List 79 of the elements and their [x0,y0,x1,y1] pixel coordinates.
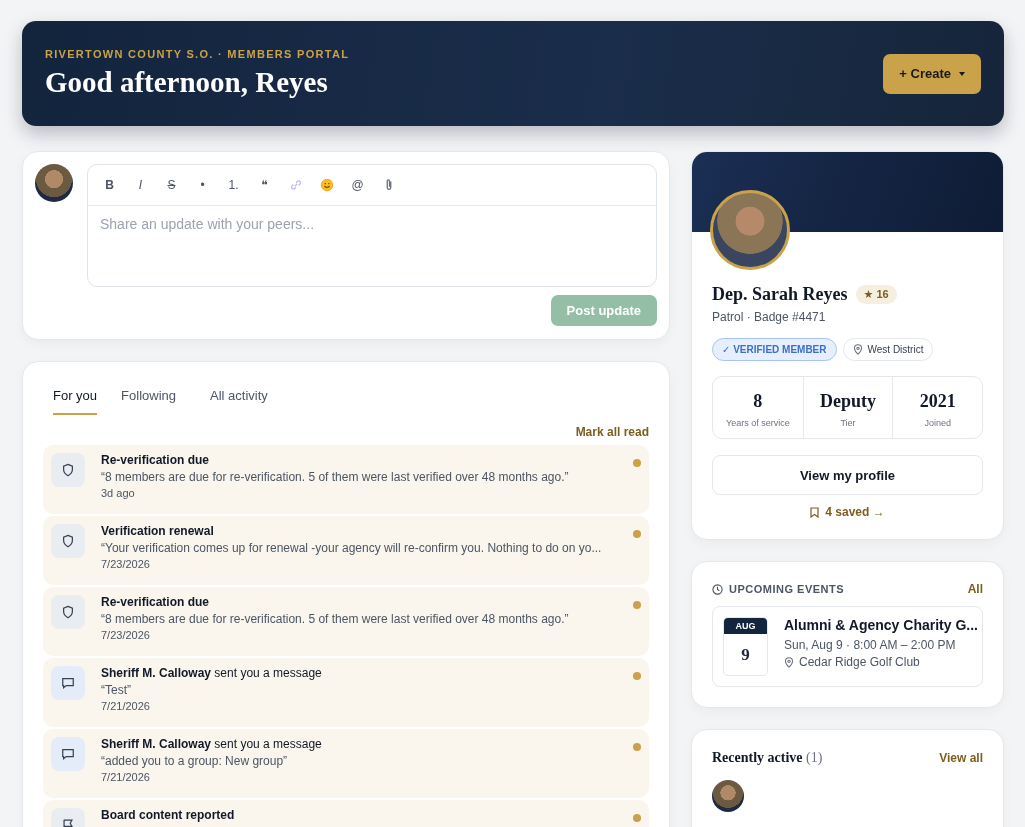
profile-subtitle: Patrol · Badge #4471 [712,310,827,324]
event-item[interactable]: AUG 9 Alumni & Agency Charity G... Sun, Aug 9 · 8:00 AM – 2:00 PM Cedar Ridge Golf Club [712,606,983,687]
stat-value: Deputy [819,391,877,412]
notification-item[interactable]: Sheriff M. Calloway sent you a message “Test” 7/21/2026 [43,658,649,727]
event-day: 9 [724,634,767,675]
unread-dot [633,814,641,822]
avatar [35,164,73,202]
stat-value: 8 [752,391,764,412]
notification-title: Re-verification due [101,453,211,467]
notification-text: “added you to a group: New group” [101,754,289,768]
notification-time: 7/21/2026 [101,771,151,783]
notification-title: Sheriff M. Calloway sent you a message [101,737,323,751]
event-name: Alumni & Agency Charity G... [784,617,978,633]
notification-title: Re-verification due [101,595,211,609]
shield-icon [61,605,75,619]
location-pin-icon [852,344,863,355]
star-count-badge: ★ 16 [855,285,897,304]
unread-dot [633,459,641,467]
notification-item[interactable]: Sheriff M. Calloway sent you a message “added you to a group: New group” 7/21/2026 [43,729,649,798]
stat-label: Tier [839,418,857,428]
notification-time: 7/23/2026 [101,629,151,641]
notification-time: 7/23/2026 [101,558,151,570]
feed-tab[interactable]: All activity [210,382,278,415]
notification-time: 3d ago [101,487,136,499]
format-button[interactable]: B [96,172,123,198]
event-month: AUG [724,618,767,634]
mark-all-read-link[interactable]: Mark all read [575,425,649,439]
clock-icon [712,583,723,595]
notification-text: “8 members are due for re-verification. 5 of them were last verified over 48 months ago.” [101,612,570,626]
format-button[interactable]: 1. [220,172,247,198]
avatar [712,780,744,812]
shield-icon [61,534,75,548]
view-profile-button[interactable]: View my profile [712,455,983,495]
format-button[interactable]: S [158,172,185,198]
view-all-link[interactable]: View all [939,751,983,765]
format-button[interactable]: @ [344,172,371,198]
notification-title: Board content reported [101,808,236,822]
editor-field[interactable]: B I S • 1. ❝ @ Share an update with your peers... [87,164,657,287]
caret-icon [959,71,965,76]
notification-time: 7/21/2026 [101,700,151,712]
feed-tab[interactable]: For you [53,382,98,415]
feed-tab[interactable]: Following [121,382,186,415]
notification-text: “Your verification comes up for renewal -your agency will re-confirm you. Nothing to do on yo... [101,541,603,555]
chat-bubble-icon [61,747,75,761]
location-pin-icon [784,656,794,668]
event-time: Sun, Aug 9 · 8:00 AM – 2:00 PM [784,638,957,652]
notification-item[interactable]: Re-verification due “8 members are due for re-verification. 5 of them were last verified over 48 months ago.” 7/23/2026 [43,587,649,656]
notification-item[interactable]: Verification renewal “Your verification comes up for renewal -your agency will re-confirm you. Nothing to do on yo... 7/23/2026 [43,516,649,585]
chat-bubble-icon [61,676,75,690]
link-icon [288,178,303,192]
stat-value: 2021 [918,391,957,412]
format-button[interactable]: I [127,172,154,198]
unread-dot [633,672,641,680]
unread-dot [633,530,641,538]
format-button[interactable]: • [189,172,216,198]
unread-dot [633,743,641,751]
smiley-icon [319,178,334,192]
notification-item[interactable]: Re-verification due “8 members are due for re-verification. 5 of them were last verified over 48 months ago.” 3d ago [43,445,649,514]
format-button[interactable]: ❝ [251,172,278,198]
verified-badge: ✓ VERIFIED MEMBER [712,338,837,361]
greeting-title: Good afternoon, Reyes [45,66,329,99]
notification-text: “8 members are due for re-verification. 5 of them were last verified over 48 months ago.” [101,470,570,484]
bookmark-icon [810,506,820,518]
recently-active-title: Recently active (1) [712,750,823,766]
events-title: UPCOMING EVENTS [729,583,845,595]
portal-name: RIVERTOWN COUNTY S.O. · MEMBERS PORTAL [45,48,350,60]
unread-dot [633,601,641,609]
saved-link[interactable]: 4 saved → [825,505,885,519]
event-location: Cedar Ridge Golf Club [799,655,920,669]
all-events-link[interactable]: All [967,582,983,596]
profile-name: Dep. Sarah Reyes [712,284,848,305]
create-button[interactable]: + Create [883,53,981,94]
notification-title: Verification renewal [101,524,215,538]
stat-label: Joined [923,418,952,428]
stat-label: Years of service [724,418,791,428]
notification-item[interactable]: Board content reported [43,800,649,827]
notification-text: “Test” [101,683,132,697]
notification-title: Sheriff M. Calloway sent you a message [101,666,323,680]
shield-icon [61,463,75,477]
